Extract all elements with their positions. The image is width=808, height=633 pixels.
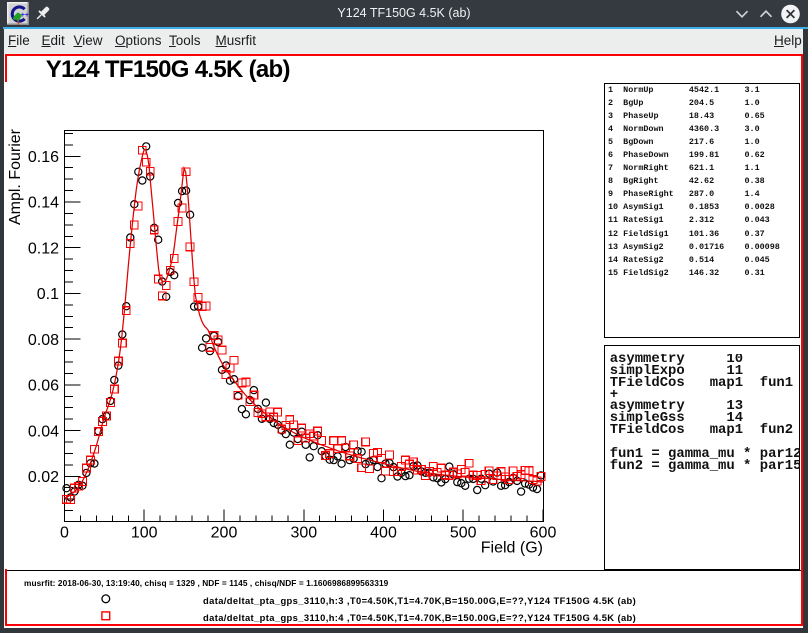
svg-text:Ampl. Fourier: Ampl. Fourier <box>7 128 24 225</box>
svg-text:0.02: 0.02 <box>28 469 59 486</box>
svg-text:400: 400 <box>370 525 397 542</box>
svg-text:0.1: 0.1 <box>37 286 59 303</box>
svg-text:300: 300 <box>290 525 317 542</box>
svg-text:0.08: 0.08 <box>28 332 59 349</box>
svg-text:100: 100 <box>131 525 158 542</box>
svg-text:0.16: 0.16 <box>28 149 59 166</box>
svg-text:0: 0 <box>60 525 69 542</box>
svg-text:0.12: 0.12 <box>28 240 59 257</box>
svg-text:Field (G): Field (G) <box>481 540 543 557</box>
svg-text:500: 500 <box>450 525 477 542</box>
svg-text:0.14: 0.14 <box>28 195 59 212</box>
svg-text:0.04: 0.04 <box>28 423 59 440</box>
svg-text:0.06: 0.06 <box>28 378 59 395</box>
svg-text:200: 200 <box>211 525 238 542</box>
